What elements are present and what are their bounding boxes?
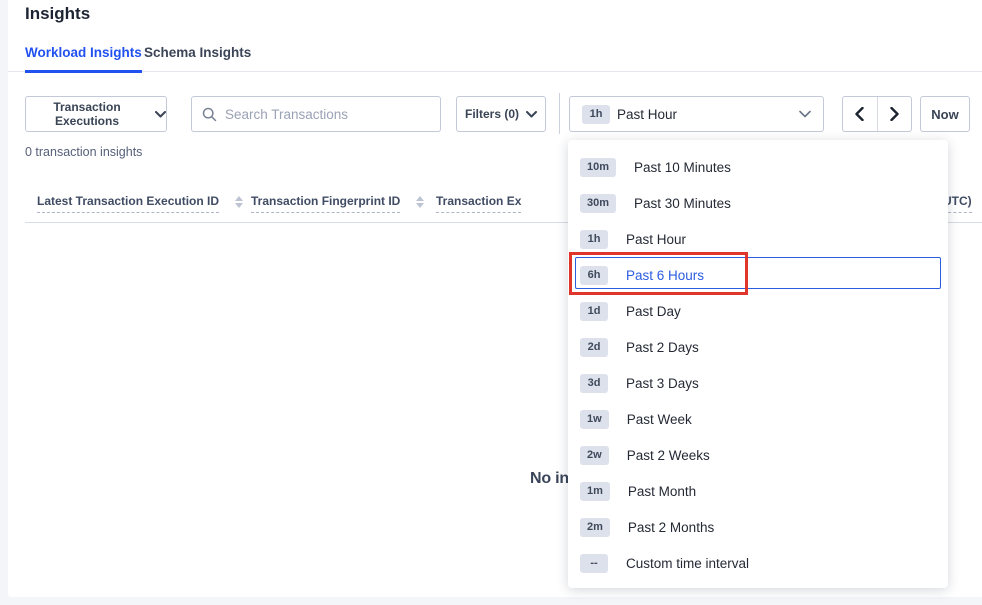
menu-item-past-month[interactable]: 1m Past Month <box>568 473 948 509</box>
column-header-fingerprint-id[interactable]: Transaction Fingerprint ID <box>251 194 424 213</box>
tab-schema-insights[interactable]: Schema Insights <box>144 45 251 72</box>
time-interval-badge: 1h <box>582 105 610 124</box>
filters-button-label: Filters (0) <box>465 107 519 121</box>
sort-icon[interactable] <box>235 196 243 208</box>
search-transactions-box <box>191 96 441 132</box>
tab-workload-insights[interactable]: Workload Insights <box>25 45 142 72</box>
menu-item-past-day[interactable]: 1d Past Day <box>568 293 948 329</box>
search-icon <box>202 107 217 122</box>
workload-type-select-label: Transaction Executions <box>26 100 148 128</box>
chevron-down-icon <box>155 111 166 118</box>
chevron-left-icon <box>855 107 864 121</box>
tab-workload-insights-label: Workload Insights <box>25 45 142 60</box>
menu-item-past-2-months[interactable]: 2m Past 2 Months <box>568 509 948 545</box>
chevron-down-icon <box>526 111 537 118</box>
menu-item-past-hour[interactable]: 1h Past Hour <box>568 221 948 257</box>
filters-button[interactable]: Filters (0) <box>456 96 546 132</box>
menu-item-past-2-days[interactable]: 2d Past 2 Days <box>568 329 948 365</box>
now-button[interactable]: Now <box>920 96 970 132</box>
time-interval-menu: 10m Past 10 Minutes 30m Past 30 Minutes … <box>568 140 948 588</box>
column-header-execution-partial[interactable]: Transaction Ex <box>436 194 521 213</box>
tab-bar: Workload Insights Schema Insights <box>8 45 982 72</box>
time-interval-select[interactable]: 1h Past Hour <box>569 96 824 132</box>
menu-item-past-week[interactable]: 1w Past Week <box>568 401 948 437</box>
insights-count: 0 transaction insights <box>25 145 142 159</box>
page-title: Insights <box>25 4 90 24</box>
workload-type-select[interactable]: Transaction Executions <box>25 96 167 132</box>
menu-item-past-6-hours[interactable]: 6h Past 6 Hours <box>568 257 948 293</box>
insights-page: Insights Workload Insights Schema Insigh… <box>0 0 982 605</box>
menu-item-custom-time-interval[interactable]: -- Custom time interval <box>568 545 948 581</box>
time-pagination <box>842 96 912 132</box>
column-header-latest-execution-id[interactable]: Latest Transaction Execution ID <box>37 194 243 213</box>
menu-item-past-3-days[interactable]: 3d Past 3 Days <box>568 365 948 401</box>
time-interval-select-label: Past Hour <box>617 107 677 122</box>
menu-item-past-2-weeks[interactable]: 2w Past 2 Weeks <box>568 437 948 473</box>
tab-schema-insights-label: Schema Insights <box>144 45 251 60</box>
menu-item-past-30-minutes[interactable]: 30m Past 30 Minutes <box>568 185 948 221</box>
sort-icon[interactable] <box>416 196 424 208</box>
toolbar-divider <box>559 93 560 134</box>
chevron-down-icon <box>799 110 811 118</box>
menu-item-past-10-minutes[interactable]: 10m Past 10 Minutes <box>568 149 948 185</box>
previous-interval-button[interactable] <box>843 97 878 131</box>
chevron-right-icon <box>890 107 899 121</box>
next-interval-button[interactable] <box>878 97 912 131</box>
search-transactions-input[interactable] <box>225 107 430 122</box>
